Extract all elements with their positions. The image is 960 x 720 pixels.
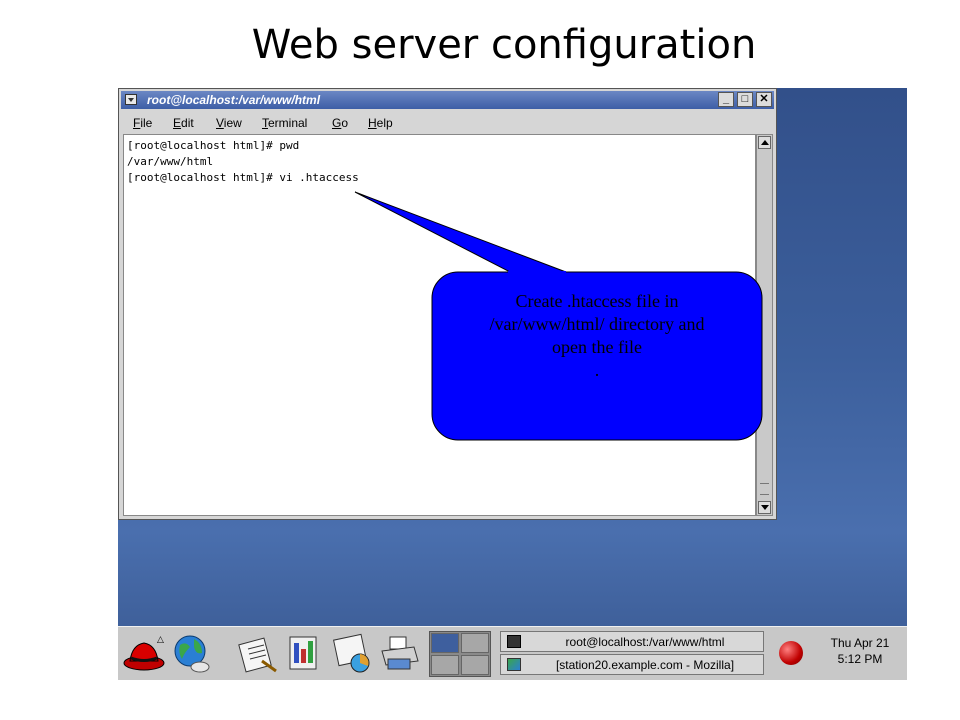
callout-text: Create .htaccess file in /var/www/html/ … bbox=[432, 290, 762, 382]
callout-line: Create .htaccess file in bbox=[515, 291, 679, 311]
callout-line: /var/www/html/ directory and bbox=[489, 314, 705, 334]
callout-line: . bbox=[594, 360, 600, 380]
callout-line: open the file bbox=[552, 337, 642, 357]
